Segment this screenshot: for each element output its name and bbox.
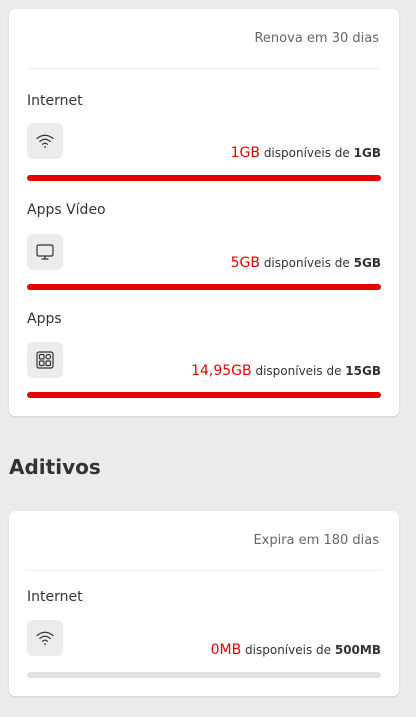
item-title: Apps — [27, 311, 62, 327]
usage-bar — [27, 392, 381, 398]
usage-text: 14,95GB disponíveis de 15GB — [191, 363, 381, 379]
usage-text: 0MB disponíveis de 500MB — [211, 642, 381, 658]
available-amount: 5GB — [230, 255, 260, 271]
usage-mid-text: disponíveis de — [263, 146, 350, 160]
usage-bar — [27, 175, 381, 181]
expire-text: Expira em 180 dias — [253, 533, 379, 548]
usage-item-internet[interactable]: Internet 1GB disponíveis de 1GB — [9, 79, 399, 189]
usage-mid-text: disponíveis de — [255, 364, 342, 378]
usage-text: 5GB disponíveis de 5GB — [231, 255, 381, 271]
wifi-icon — [27, 620, 63, 656]
renew-info: Renova em 30 dias — [27, 9, 381, 69]
item-title: Apps Vídeo — [27, 202, 106, 218]
available-amount: 14,95GB — [191, 363, 252, 379]
usage-item-apps[interactable]: Apps 14,95GB disponíveis de 15GB — [9, 299, 399, 409]
usage-mid-text: disponíveis de — [263, 256, 350, 270]
total-amount: 1GB — [353, 146, 381, 160]
total-amount: 15GB — [345, 364, 381, 378]
wifi-icon — [27, 123, 63, 159]
plans-card: Renova em 30 dias Internet 1GB disponíve… — [9, 9, 399, 416]
usage-bar-fill — [27, 175, 381, 181]
item-title: Internet — [27, 589, 83, 605]
usage-bar — [27, 284, 381, 290]
section-title-addons: Aditivos — [9, 455, 101, 479]
usage-item-apps-video[interactable]: Apps Vídeo 5GB disponíveis de 5GB — [9, 189, 399, 299]
available-amount: 0MB — [210, 642, 242, 658]
total-amount: 5GB — [353, 256, 381, 270]
usage-mid-text: disponíveis de — [245, 643, 332, 657]
usage-bar-fill — [27, 392, 381, 398]
available-amount: 1GB — [230, 145, 260, 161]
total-amount: 500MB — [334, 643, 381, 657]
usage-text: 1GB disponíveis de 1GB — [231, 145, 381, 161]
usage-bar-fill — [27, 284, 381, 290]
usage-item-addon-internet[interactable]: Internet 0MB disponíveis de 500MB — [9, 581, 399, 691]
expire-info: Expira em 180 dias — [27, 511, 381, 571]
addons-card: Expira em 180 dias Internet 0MB disponív… — [9, 511, 399, 696]
renew-text: Renova em 30 dias — [254, 31, 379, 46]
usage-bar — [27, 672, 381, 678]
apps-grid-icon — [27, 342, 63, 378]
monitor-icon — [27, 234, 63, 270]
item-title: Internet — [27, 93, 83, 109]
